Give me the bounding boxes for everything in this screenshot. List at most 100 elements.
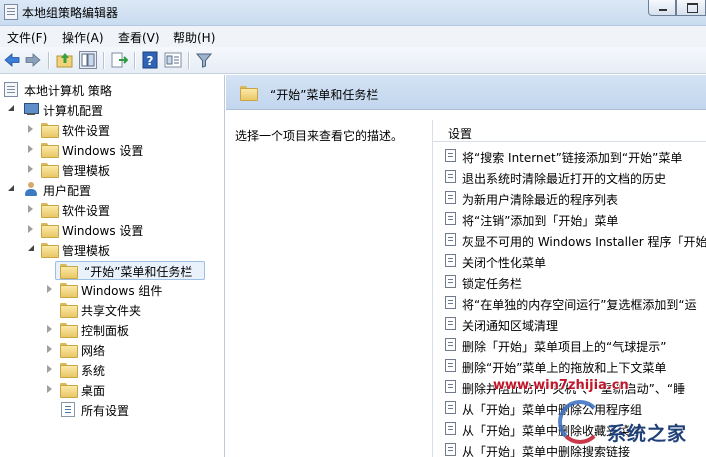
tree-item-computer-windows[interactable]: Windows 设置 [28,141,208,159]
up-folder-icon[interactable] [56,51,74,69]
tree-item-shared-folders[interactable]: 共享文件夹 [47,301,207,319]
folder-icon [60,283,78,298]
tree-label: 系统 [81,364,106,378]
export-list-icon[interactable] [110,51,128,69]
policy-setting-icon [445,212,456,225]
tree-item-computer-software[interactable]: 软件设置 [28,121,208,139]
window-title: 本地组策略编辑器 [22,6,119,20]
tree-item-control-panel[interactable]: 控制面板 [47,321,207,339]
policy-setting-icon [445,317,456,330]
tree-item-computer-config[interactable]: 计算机配置 [8,101,208,119]
collapsed-arrow-icon[interactable] [28,125,33,133]
setting-label: 为新用户清除最近的程序列表 [462,193,619,207]
tree-label: 用户配置 [43,184,92,198]
menu-view[interactable]: 查看(V) [118,29,160,46]
folder-icon [60,264,78,279]
collapsed-arrow-icon[interactable] [28,145,33,153]
collapsed-arrow-icon[interactable] [28,165,33,173]
folder-icon [41,223,59,238]
policy-setting-icon [445,275,456,288]
tree-label: 本地计算机 策略 [24,84,112,98]
tree-item-desktop[interactable]: 桌面 [47,381,207,399]
collapsed-arrow-icon[interactable] [47,285,52,293]
collapsed-arrow-icon[interactable] [47,325,52,333]
policy-setting-icon [445,233,456,246]
details-header: “开始”菜单和任务栏 [226,75,706,110]
tree-item-user-config[interactable]: 用户配置 [8,181,208,199]
expanded-arrow-icon[interactable] [8,185,14,191]
menu-action[interactable]: 操作(A) [62,29,104,46]
policy-setting-icon [445,380,456,393]
watermark-logo-icon [558,400,602,444]
forward-arrow-icon[interactable] [24,51,42,69]
help-icon[interactable]: ? [141,51,159,69]
collapsed-arrow-icon[interactable] [47,345,52,353]
expanded-arrow-icon[interactable] [8,105,14,111]
all-settings-icon [61,402,75,417]
setting-label: 从「开始」菜单中删除搜索链接 [462,445,631,457]
menu-help[interactable]: 帮助(H) [173,29,215,46]
tree-item-computer-admin[interactable]: 管理模板 [28,161,208,179]
setting-row[interactable]: 灰显不可用的 Windows Installer 程序「开始」 [433,230,706,251]
collapsed-arrow-icon[interactable] [47,385,52,393]
maximize-button[interactable] [676,0,706,16]
tree-label: 管理模板 [62,244,111,258]
tree-label: Windows 设置 [62,144,144,158]
setting-row[interactable]: 关闭通知区域清理 [433,314,706,335]
collapsed-arrow-icon[interactable] [47,365,52,373]
column-header-setting[interactable]: 设置 [433,120,706,142]
setting-row[interactable]: 删除“开始”菜单上的拖放和上下文菜单 [433,356,706,377]
setting-label: 退出系统时清除最近打开的文档的历史 [462,172,667,186]
setting-label: 从「开始」菜单中删除公用程序组 [462,403,643,417]
folder-icon [60,343,78,358]
tree-label: Windows 组件 [81,284,163,298]
properties-icon[interactable] [164,51,182,69]
tree-label: 管理模板 [62,164,111,178]
toolbar-separator [103,52,104,69]
folder-icon [60,323,78,338]
setting-row[interactable]: 将“搜索 Internet”链接添加到“开始”菜单 [433,146,706,167]
minimize-button[interactable] [648,0,676,16]
tree-label: 软件设置 [62,124,111,138]
setting-row[interactable]: 锁定任务栏 [433,272,706,293]
expanded-arrow-icon[interactable] [28,245,34,251]
tree-label: 共享文件夹 [81,304,142,318]
setting-label: 将“在单独的内存空间运行”复选框添加到“运 [462,298,697,312]
tree-item-system[interactable]: 系统 [47,361,207,379]
setting-row[interactable]: 将“注销”添加到「开始」菜单 [433,209,706,230]
show-hide-tree-icon[interactable] [79,51,97,69]
tree-item-user-windows[interactable]: Windows 设置 [28,221,208,239]
watermark-url: www.win7zhijia.cn [493,378,629,393]
tree-label: “开始”菜单和任务栏 [84,265,193,279]
filter-icon[interactable] [195,51,213,69]
back-arrow-icon[interactable] [3,51,21,69]
details-pane: “开始”菜单和任务栏 选择一个项目来查看它的描述。 设置 将“搜索 Intern… [226,75,706,457]
svg-text:?: ? [147,54,154,68]
setting-label: 关闭通知区域清理 [462,319,559,333]
setting-row[interactable]: 删除「开始」菜单项目上的“气球提示” [433,335,706,356]
tree-item-all-settings[interactable]: 所有设置 [47,401,207,419]
policy-setting-icon [445,149,456,162]
collapsed-arrow-icon[interactable] [28,225,33,233]
tree-item-user-admin[interactable]: 管理模板 [28,241,208,259]
setting-row[interactable]: 为新用户清除最近的程序列表 [433,188,706,209]
setting-label: 将“注销”添加到「开始」菜单 [462,214,619,228]
setting-row[interactable]: 关闭个性化菜单 [433,251,706,272]
tree-item-network[interactable]: 网络 [47,341,207,359]
tree-item-start-menu[interactable]: “开始”菜单和任务栏 [58,262,208,280]
collapsed-arrow-icon[interactable] [28,205,33,213]
folder-icon [41,123,59,138]
tree-item-user-software[interactable]: 软件设置 [28,201,208,219]
setting-row[interactable]: 将“在单独的内存空间运行”复选框添加到“运 [433,293,706,314]
folder-icon [240,86,258,101]
details-header-title: “开始”菜单和任务栏 [270,88,379,102]
setting-label: 关闭个性化菜单 [462,256,547,270]
menu-file[interactable]: 文件(F) [7,29,47,46]
tree-item-windows-components[interactable]: Windows 组件 [47,281,207,299]
policy-setting-icon [445,422,456,435]
tree-label: 软件设置 [62,204,111,218]
tree-item-root[interactable]: 本地计算机 策略 [4,81,204,99]
title-bar: 本地组策略编辑器 [0,0,706,26]
toolbar-separator [134,52,135,69]
setting-row[interactable]: 退出系统时清除最近打开的文档的历史 [433,167,706,188]
